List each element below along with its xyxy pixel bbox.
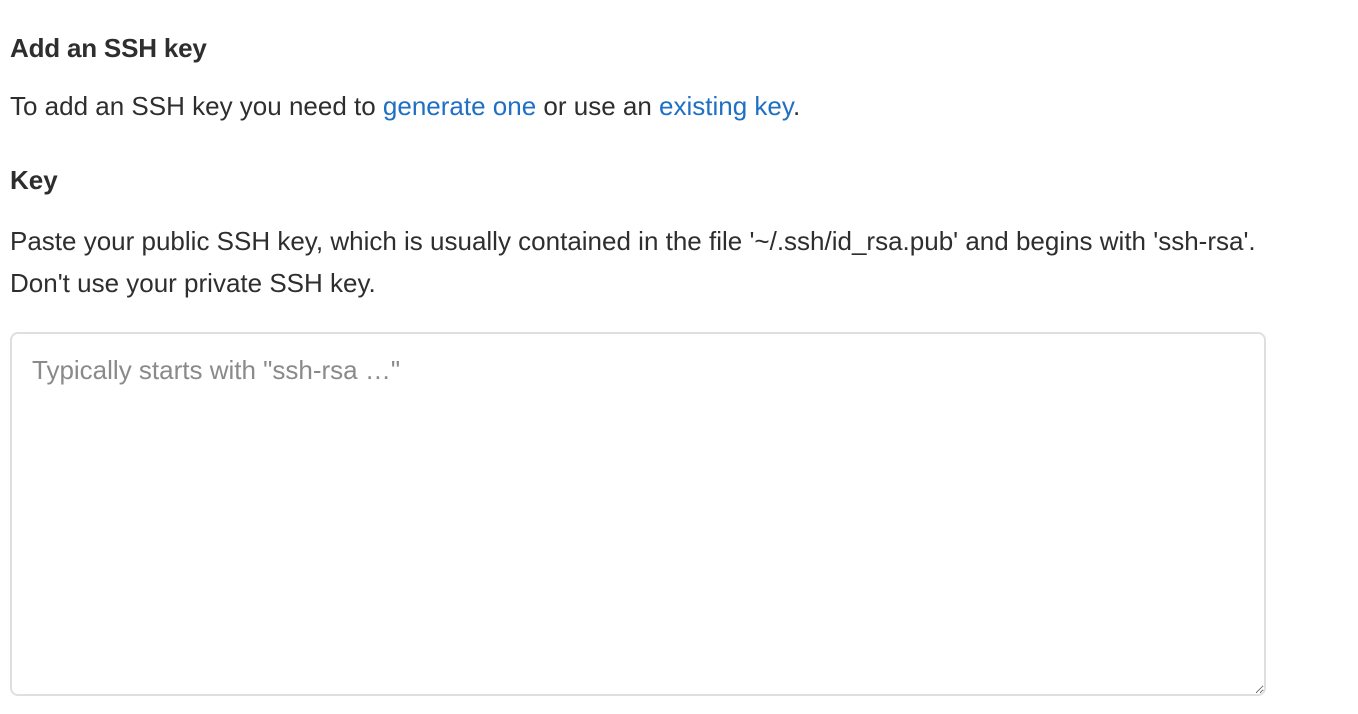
intro-text: To add an SSH key you need to generate o…: [10, 88, 800, 124]
intro-middle: or use an: [536, 91, 660, 121]
section-title: Add an SSH key: [10, 33, 207, 63]
key-label: Key: [10, 165, 58, 195]
existing-key-link[interactable]: existing key: [659, 91, 793, 121]
intro-suffix: .: [792, 91, 801, 121]
key-help-text: Paste your public SSH key, which is usua…: [10, 226, 1256, 298]
generate-one-link[interactable]: generate one: [383, 91, 536, 121]
key-textarea[interactable]: [10, 332, 1266, 696]
intro-prefix: To add an SSH key you need to: [10, 91, 383, 121]
add-ssh-key-form: Add an SSH key To add an SSH key you nee…: [0, 0, 1358, 714]
